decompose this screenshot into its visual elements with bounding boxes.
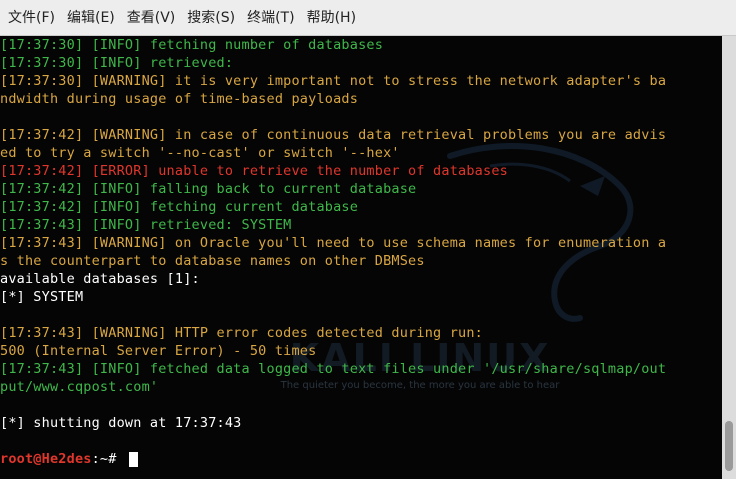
terminal-line: [*] SYSTEM [0,289,84,305]
terminal-line: [17:37:43] [INFO] retrieved: SYSTEM [0,217,292,233]
terminal-line: [17:37:43] [WARNING] on Oracle you'll ne… [0,235,667,251]
terminal-line: [17:37:30] [INFO] retrieved: [0,55,234,71]
menu-file[interactable]: 文件(F) [2,0,61,36]
terminal-line: [17:37:42] [INFO] falling back to curren… [0,181,417,197]
terminal-line: put/www.cqpost.com' [0,379,159,395]
menu-edit[interactable]: 编辑(E) [61,0,121,36]
terminal-line: [*] shutting down at 17:37:43 [0,415,242,431]
terminal-area[interactable]: KALI LINUX The quieter you become, the m… [0,36,722,479]
terminal-line: 500 (Internal Server Error) - 50 times [0,343,317,359]
menu-bar: 文件(F) 编辑(E) 查看(V) 搜索(S) 终端(T) 帮助(H) [0,0,736,36]
menu-search[interactable]: 搜索(S) [181,0,241,36]
terminal-output: [17:37:30] [INFO] fetching number of dat… [0,36,722,468]
prompt-user-host: root@He2des [0,451,92,467]
menu-view[interactable]: 查看(V) [121,0,182,36]
terminal-line: [17:37:30] [INFO] fetching number of dat… [0,37,384,53]
terminal-line: [17:37:42] [WARNING] in case of continuo… [0,127,667,143]
menu-help[interactable]: 帮助(H) [301,0,362,36]
scrollbar-thumb[interactable] [725,421,733,471]
terminal-line: [17:37:43] [WARNING] HTTP error codes de… [0,325,484,341]
terminal-line: available databases [1]: [0,271,200,287]
terminal-line: s the counterpart to database names on o… [0,253,425,269]
shell-prompt-line[interactable]: root@He2des:~# [0,450,722,468]
scrollbar[interactable] [722,36,736,479]
terminal-line: ed to try a switch '--no-cast' or switch… [0,145,400,161]
text-cursor [128,451,138,467]
menu-container: 文件(F) 编辑(E) 查看(V) 搜索(S) 终端(T) 帮助(H) [2,0,362,36]
menu-terminal[interactable]: 终端(T) [241,0,300,36]
terminal-line: ndwidth during usage of time-based paylo… [0,91,359,107]
prompt-path: :~# [91,451,125,467]
terminal-line: [17:37:43] [INFO] fetched data logged to… [0,361,667,377]
terminal-line: [17:37:30] [WARNING] it is very importan… [0,73,667,89]
terminal-line: [17:37:42] [ERROR] unable to retrieve th… [0,163,508,179]
terminal-line: [17:37:42] [INFO] fetching current datab… [0,199,359,215]
